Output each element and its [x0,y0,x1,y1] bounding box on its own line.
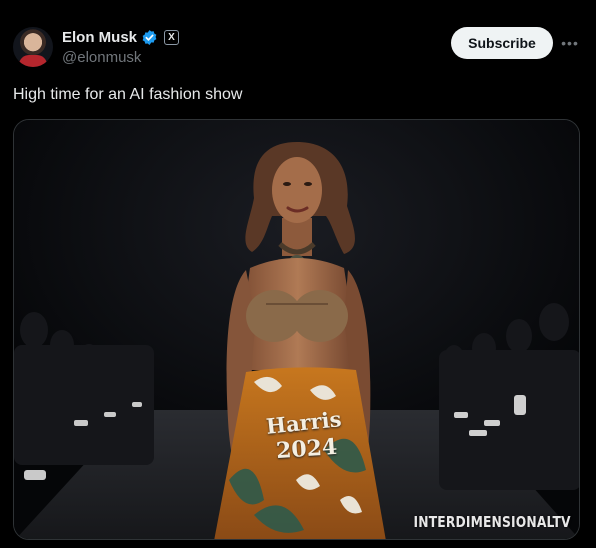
author-name-row: Elon Musk X [62,28,180,46]
post-media-image[interactable]: Harris 2024 INTERDIMENSIONALTV [13,119,580,540]
skirt-text-year: 2024 [275,433,339,465]
post-text: High time for an AI fashion show [13,86,243,103]
runway-scene [14,120,579,539]
tweet: Elon Musk X @elonmusk Subscribe ••• High… [0,0,596,548]
author-display-name[interactable]: Elon Musk [62,29,137,46]
more-options-icon[interactable]: ••• [560,33,580,53]
x-affiliate-badge-icon: X [164,29,180,45]
subscribe-button[interactable]: Subscribe [451,27,553,59]
avatar[interactable] [13,27,53,67]
verified-badge-icon [141,29,158,46]
avatar-shirt [19,55,47,67]
watermark: INTERDIMENSIONALTV [413,513,571,531]
author-handle[interactable]: @elonmusk [62,49,141,66]
